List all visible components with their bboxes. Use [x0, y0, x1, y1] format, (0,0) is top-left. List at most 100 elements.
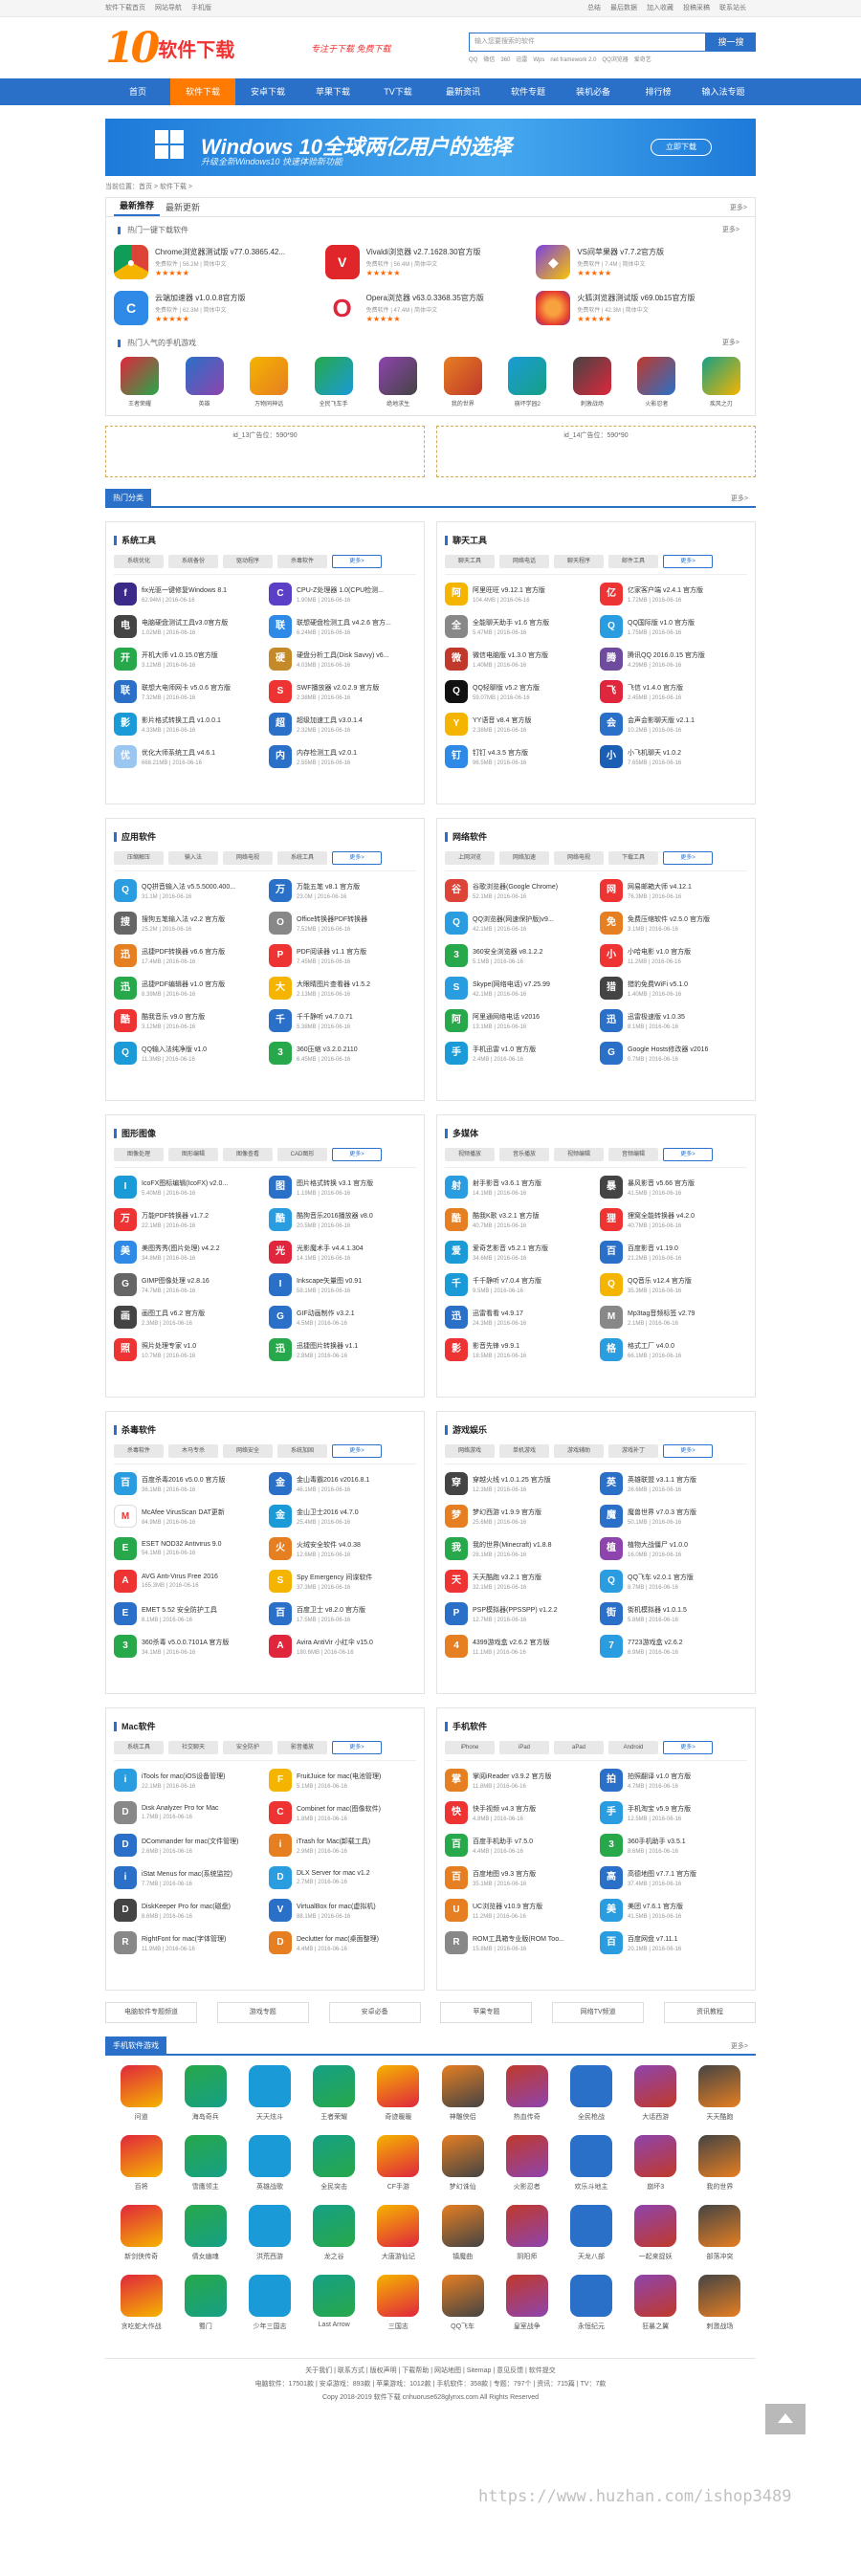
software-name[interactable]: 金山毒霸2016 v2016.8.1	[297, 1475, 411, 1485]
mobile-app-item[interactable]: 少年三国志	[237, 2275, 301, 2331]
software-item[interactable]: 狸狸窝全能转换器 v4.2.0 40.7MB | 2016-06-16	[600, 1206, 747, 1233]
software-name[interactable]: iStat Menus for mac(系统监控)	[142, 1869, 256, 1879]
mobile-app-item[interactable]: 永恒纪元	[559, 2275, 623, 2331]
category-tag[interactable]: 图形编辑	[168, 1148, 218, 1161]
software-name[interactable]: 穿越火线 v1.0.1.25 官方版	[473, 1475, 587, 1485]
app-name[interactable]: 云端加速器 v1.0.0.8官方版	[155, 293, 246, 303]
software-name[interactable]: 火绒安全软件 v4.0.38	[297, 1540, 411, 1550]
category-tag[interactable]: 邮件工具	[608, 555, 658, 568]
software-name[interactable]: 影音先锋 v9.9.1	[473, 1341, 587, 1351]
hot-keyword[interactable]: net framework 2.0	[550, 57, 596, 63]
software-item[interactable]: 我我的世界(Minecraft) v1.8.8 28.1MB | 2016-06-…	[445, 1535, 592, 1562]
ad-slot-13[interactable]: id_13广告位：590*90	[105, 426, 425, 477]
software-item[interactable]: 千千千静听 v4.7.0.71 5.38MB | 2016-06-16	[269, 1007, 416, 1034]
topbar-link[interactable]: 总结	[587, 5, 601, 11]
software-name[interactable]: 猎豹免费WiFi v5.1.0	[628, 980, 742, 989]
software-name[interactable]: 联想大电师网卡 v5.0.6 官方版	[142, 683, 256, 693]
software-item[interactable]: 阿阿里旺旺 v9.12.1 官方版 104.4MB | 2016-06-16	[445, 581, 592, 607]
software-item[interactable]: 3 360杀毒 v5.0.0.7101A 官方版 34.1MB | 2016-06-…	[114, 1633, 261, 1660]
category-tag[interactable]: 音频编辑	[608, 1148, 658, 1161]
software-item[interactable]: 金金山毒霸2016 v2016.8.1 46.1MB | 2016-06-16	[269, 1470, 416, 1497]
software-name[interactable]: 联想硬盘检测工具 v4.2.6 官方...	[297, 618, 411, 627]
software-item[interactable]: 美美团 v7.6.1 官方版 41.5MB | 2016-06-16	[600, 1897, 747, 1924]
software-name[interactable]: YY语音 v8.4 官方版	[473, 716, 587, 725]
software-item[interactable]: 金金山卫士2016 v4.7.0 25.4MB | 2016-06-16	[269, 1503, 416, 1530]
software-item[interactable]: C CPU-Z处理器 1.0(CPU检测... 1.90MB | 2016-06-1…	[269, 581, 416, 607]
category-tag[interactable]: iPad	[499, 1741, 549, 1754]
mobile-app-item[interactable]: 皇室战争	[495, 2275, 559, 2331]
software-item[interactable]: 小小哈电影 v1.0 官方版 11.2MB | 2016-06-16	[600, 942, 747, 969]
software-item[interactable]: 影影音先锋 v9.9.1 18.5MB | 2016-06-16	[445, 1336, 592, 1363]
software-name[interactable]: 千千静听 v4.7.0.71	[297, 1012, 411, 1022]
software-item[interactable]: 影影片格式转换工具 v1.0.0.1 4.33MB | 2016-06-16	[114, 711, 261, 738]
mobile-app-item[interactable]: 王者荣耀	[302, 2065, 366, 2122]
software-name[interactable]: QQ输入法纯净版 v1.0	[142, 1045, 256, 1054]
mobile-app-item[interactable]: 问道	[109, 2065, 173, 2122]
hot-keyword[interactable]: 迅雷	[516, 57, 527, 63]
software-name[interactable]: FruitJuice for mac(电池管理)	[297, 1772, 411, 1781]
channel-link[interactable]: 游戏专题	[216, 2002, 309, 2023]
software-item[interactable]: 迅迅雷极速版 v1.0.35 8.1MB | 2016-06-16	[600, 1007, 747, 1034]
software-item[interactable]: A Avira AntiVir 小红伞 v15.0 180.6MB | 2016-0…	[269, 1633, 416, 1660]
channel-link[interactable]: 网络TV频道	[552, 2002, 645, 2023]
mobile-app-item[interactable]: 蜀门	[173, 2275, 237, 2331]
software-item[interactable]: 植植物大战僵尸 v1.0.0 16.0MB | 2016-06-16	[600, 1535, 747, 1562]
software-item[interactable]: P PSP模拟器(PPSSPP) v1.2.2 12.7MB | 2016-06-1…	[445, 1600, 592, 1627]
category-tag[interactable]: 压缩解压	[114, 851, 164, 865]
app-name[interactable]: 火狐浏览器测试版 v69.0b15官方版	[577, 293, 695, 303]
mobile-app-item[interactable]: 贪吃蛇大作战	[109, 2275, 173, 2331]
software-item[interactable]: 画画图工具 v6.2 官方版 2.3MB | 2016-06-16	[114, 1304, 261, 1331]
software-item[interactable]: E EMET 5.52 安全防护工具 8.1MB | 2016-06-16	[114, 1600, 261, 1627]
channel-link[interactable]: 安卓必备	[328, 2002, 421, 2023]
app-name[interactable]: Vivaldi浏览器 v2.7.1628.30官方版	[366, 247, 481, 257]
nav-item[interactable]: 输入法专题	[691, 78, 756, 105]
category-tag[interactable]: 单机游戏	[499, 1444, 549, 1458]
back-to-top-button[interactable]	[765, 2404, 806, 2434]
software-item[interactable]: G GIF动画制作 v3.2.1 4.5MB | 2016-06-16	[269, 1304, 416, 1331]
software-item[interactable]: 迅迅捷图片转换器 v1.1 2.8MB | 2016-06-16	[269, 1336, 416, 1363]
software-name[interactable]: 金山卫士2016 v4.7.0	[297, 1508, 411, 1517]
software-name[interactable]: 小飞机聊天 v1.0.2	[628, 748, 742, 758]
category-tag[interactable]: 更多>	[663, 1741, 713, 1754]
software-name[interactable]: 阿里旺旺 v9.12.1 官方版	[473, 585, 587, 595]
software-item[interactable]: 开开机大师 v1.0.15.0官方版 3.12MB | 2016-06-16	[114, 646, 261, 672]
software-item[interactable]: 迅迅捷PDF转换器 v6.6 官方版 17.4MB | 2016-06-16	[114, 942, 261, 969]
software-name[interactable]: 酷我音乐 v9.0 官方版	[142, 1012, 256, 1022]
software-name[interactable]: 射手影音 v3.6.1 官方版	[473, 1178, 587, 1188]
software-name[interactable]: DLX Server for mac v1.2	[297, 1870, 411, 1877]
software-name[interactable]: 快手视频 v4.3 官方版	[473, 1804, 587, 1814]
app-name[interactable]: VS间苹果器 v7.7.2官方版	[577, 247, 664, 257]
category-tag[interactable]: 社交聊天	[168, 1741, 218, 1754]
software-item[interactable]: 大大眼睛图片查看器 v1.5.2 2.13MB | 2016-06-16	[269, 975, 416, 1002]
software-name[interactable]: 影片格式转换工具 v1.0.0.1	[142, 716, 256, 725]
software-name[interactable]: 拍照翻译 v1.0 官方版	[628, 1772, 742, 1781]
software-name[interactable]: iTools for mac(iOS设备管理)	[142, 1772, 256, 1781]
software-item[interactable]: 网网易邮箱大师 v4.12.1 76.3MB | 2016-06-16	[600, 877, 747, 904]
software-item[interactable]: i iStat Menus for mac(系统监控) 7.7MB | 2016-0…	[114, 1864, 261, 1891]
software-item[interactable]: S SWF播放器 v2.0.2.9 官方版 2.38MB | 2016-06-16	[269, 678, 416, 705]
mobile-app-item[interactable]: 三国志	[366, 2275, 430, 2331]
software-item[interactable]: F FruitJuice for mac(电池管理) 5.1MB | 2016-06…	[269, 1767, 416, 1794]
mobile-game-item[interactable]: 全民飞车手	[312, 357, 356, 407]
mobile-app-item[interactable]: 全民突击	[302, 2135, 366, 2191]
mobile-app-item[interactable]: 天龙八部	[559, 2205, 623, 2261]
mobile-app-item[interactable]: 百将	[109, 2135, 173, 2191]
software-name[interactable]: Avira AntiVir 小红伞 v15.0	[297, 1638, 411, 1647]
software-item[interactable]: 天天天酷跑 v3.2.1 官方版 32.1MB | 2016-06-16	[445, 1568, 592, 1595]
software-item[interactable]: 图图片格式转换 v3.1 官方版 1.19MB | 2016-06-16	[269, 1174, 416, 1200]
software-item[interactable]: 梦梦幻西游 v1.9.9 官方版 25.6MB | 2016-06-16	[445, 1503, 592, 1530]
software-item[interactable]: 爱爱奇艺影音 v5.2.1 官方版 34.6MB | 2016-06-16	[445, 1239, 592, 1266]
recommend-item[interactable]: C 云端加速器 v1.0.0.8官方版 免费软件 | 62.3M | 简体中文 ★★★…	[114, 288, 325, 328]
category-tag[interactable]: 安全防护	[223, 1741, 273, 1754]
nav-item[interactable]: TV下载	[365, 78, 430, 105]
category-tag[interactable]: 音乐播放	[499, 1148, 549, 1161]
mobile-app-item[interactable]: QQ飞车	[430, 2275, 495, 2331]
category-tag[interactable]: 木马专杀	[168, 1444, 218, 1458]
software-item[interactable]: 迅迅捷PDF编辑器 v1.0 官方版 8.39MB | 2016-06-16	[114, 975, 261, 1002]
mobile-app-item[interactable]: 新剑侠传奇	[109, 2205, 173, 2261]
software-name[interactable]: 腾讯QQ 2016.0.15 官方版	[628, 650, 742, 660]
category-tag[interactable]: 输入法	[168, 851, 218, 865]
nav-item[interactable]: 装机必备	[561, 78, 626, 105]
software-item[interactable]: 百百度地图 v9.3 官方版 35.1MB | 2016-06-16	[445, 1864, 592, 1891]
software-item[interactable]: 电电脑硬盘测试工具v3.0官方版 1.02MB | 2016-06-16	[114, 613, 261, 640]
